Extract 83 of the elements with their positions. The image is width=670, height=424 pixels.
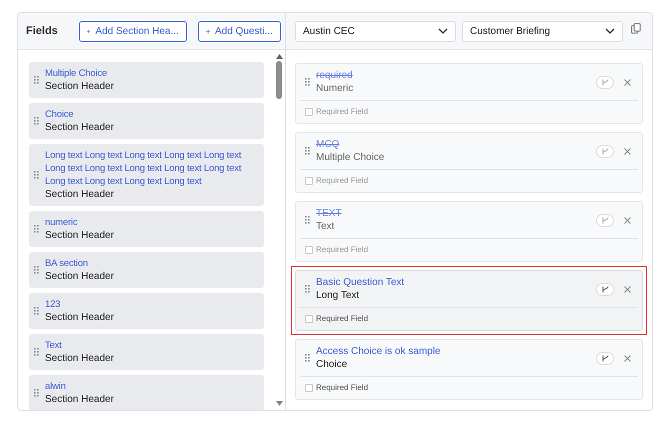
plus-icon: [86, 28, 90, 34]
question-title: Access Choice is ok sample: [316, 345, 442, 358]
question-title: MCQ: [316, 138, 340, 151]
field-title: Text: [45, 339, 63, 352]
panel-title: Fields: [26, 24, 58, 39]
required-label: Required Field: [316, 313, 368, 325]
drag-handle-icon[interactable]: [34, 307, 39, 315]
field-item[interactable]: Text Section Header: [29, 334, 264, 370]
scrollbar-thumb[interactable]: [276, 61, 282, 99]
field-title: alwin: [45, 380, 67, 393]
dropdown[interactable]: Austin CEC: [295, 20, 456, 42]
close-icon[interactable]: [624, 286, 631, 292]
scroll-down-icon[interactable]: [276, 401, 282, 406]
question-card[interactable]: Basic Question Text Long Text Required Field: [291, 266, 647, 335]
drag-handle-icon[interactable]: [34, 266, 39, 274]
dropdown[interactable]: Customer Briefing: [462, 20, 623, 42]
required-label: Required Field: [316, 106, 368, 118]
close-icon[interactable]: [624, 148, 631, 154]
question-title: TEXT: [316, 207, 343, 220]
add-button[interactable]: Add Section Hea...: [78, 20, 187, 42]
branch-icon: [602, 148, 608, 154]
checkbox[interactable]: [305, 177, 313, 185]
chevron-down-icon: [438, 28, 448, 34]
field-item[interactable]: Multiple Choice Section Header: [29, 62, 264, 98]
field-item[interactable]: BA section Section Header: [29, 252, 264, 288]
close-icon[interactable]: [624, 216, 631, 224]
drag-handle-icon[interactable]: [34, 225, 39, 233]
field-item[interactable]: Long text Long text Long text Long text Long text Long text Long text Long text Long text Long text Long text Long text Long text Long text Section Header: [29, 144, 264, 206]
question-title: required: [316, 69, 354, 82]
field-item[interactable]: alwin Section Header: [29, 375, 264, 410]
branch-icon: [602, 78, 608, 86]
checkbox[interactable]: [305, 108, 313, 116]
drag-handle-icon[interactable]: [305, 78, 310, 86]
logic-button[interactable]: [596, 282, 614, 296]
drag-handle-icon[interactable]: [34, 76, 39, 84]
question-title: Basic Question Text: [316, 276, 406, 289]
field-item[interactable]: numeric Section Header: [29, 211, 264, 247]
field-title: Choice: [45, 108, 74, 121]
required-label: Required Field: [316, 382, 368, 394]
drag-handle-icon[interactable]: [305, 216, 310, 224]
branch-icon: [602, 286, 608, 292]
field-type: Section Header: [45, 393, 114, 406]
field-title: 123: [45, 298, 62, 311]
checkbox[interactable]: [305, 315, 313, 323]
field-type: Section Header: [45, 121, 114, 134]
question-type: Choice: [316, 358, 348, 371]
close-icon[interactable]: [624, 354, 631, 362]
field-item[interactable]: 123 Section Header: [29, 293, 264, 329]
required-label: Required Field: [316, 175, 368, 187]
drag-handle-icon[interactable]: [305, 147, 310, 155]
checkbox[interactable]: [305, 246, 313, 254]
logic-button[interactable]: [596, 352, 614, 364]
required-label: Required Field: [316, 244, 368, 256]
field-item[interactable]: Choice Section Header: [29, 103, 264, 139]
field-type: Section Header: [45, 80, 114, 93]
question-type: Numeric: [316, 82, 354, 95]
chevron-down-icon: [605, 28, 615, 34]
field-type: Section Header: [45, 311, 114, 324]
close-icon[interactable]: [624, 78, 631, 86]
branch-icon: [602, 216, 608, 224]
field-title: Multiple Choice: [45, 67, 108, 80]
scroll-up-icon[interactable]: [276, 54, 282, 59]
branch-icon: [602, 354, 608, 362]
field-type: Section Header: [45, 188, 115, 201]
question-type: Multiple Choice: [316, 151, 386, 164]
field-type: Section Header: [45, 229, 114, 242]
field-title: Long text Long text Long text Long text Long text Long text Long text Long text Long text Long text Long text Long text Long text Long text: [45, 149, 242, 188]
drag-handle-icon[interactable]: [34, 389, 39, 397]
drag-handle-icon[interactable]: [34, 171, 39, 179]
field-type: Section Header: [45, 352, 114, 365]
drag-handle-icon[interactable]: [305, 354, 310, 362]
question-type: Long Text: [316, 289, 360, 302]
drag-handle-icon[interactable]: [305, 285, 310, 293]
plus-icon: [206, 28, 210, 34]
add-button[interactable]: Add Questi...: [198, 20, 281, 42]
field-title: BA section: [45, 257, 89, 270]
drag-handle-icon[interactable]: [34, 348, 39, 356]
drag-handle-icon[interactable]: [34, 117, 39, 125]
copy-icon[interactable]: [631, 22, 641, 34]
field-type: Section Header: [45, 270, 114, 283]
question-type: Text: [316, 220, 336, 233]
checkbox[interactable]: [305, 384, 313, 392]
field-title: numeric: [45, 216, 78, 229]
